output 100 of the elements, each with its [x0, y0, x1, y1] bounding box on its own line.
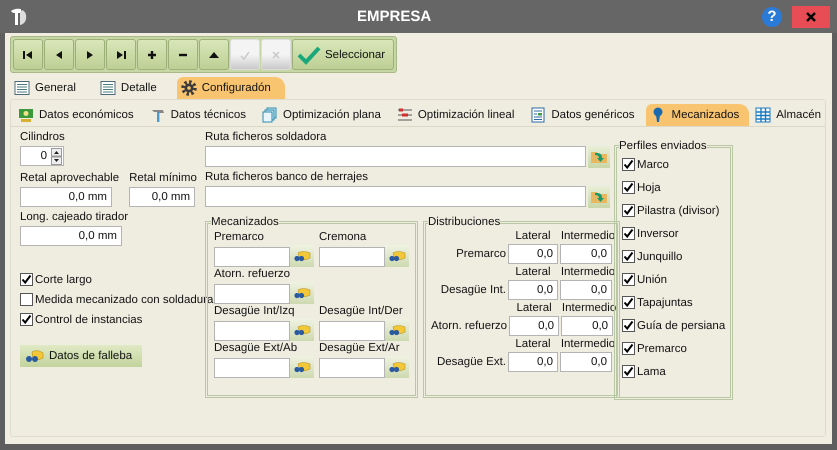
- checkbox[interactable]: [20, 273, 33, 286]
- check-icon: [297, 44, 321, 64]
- checkbox[interactable]: [622, 273, 635, 286]
- select-button[interactable]: Seleccionar: [292, 39, 394, 70]
- binoculars-button[interactable]: [385, 356, 409, 378]
- folder-button[interactable]: [588, 146, 610, 168]
- input-field[interactable]: 0,0: [560, 244, 612, 264]
- checkbox-label: Premarco: [637, 342, 687, 354]
- check-icon: [623, 228, 634, 239]
- input-field[interactable]: [205, 146, 586, 167]
- input-field[interactable]: 0,0 mm: [129, 187, 196, 207]
- help-button[interactable]: ?: [762, 6, 782, 26]
- plus-icon: [146, 48, 158, 60]
- up-button[interactable]: [199, 39, 229, 70]
- checkbox[interactable]: [622, 227, 635, 240]
- checkbox[interactable]: [20, 293, 33, 306]
- input-field[interactable]: 0,0: [561, 316, 614, 336]
- checkbox[interactable]: [622, 365, 635, 378]
- binoculars-button[interactable]: [290, 356, 314, 378]
- falleba-button[interactable]: Datos de falleba: [20, 345, 142, 367]
- folder-button[interactable]: [588, 186, 610, 208]
- checkbox[interactable]: [622, 181, 635, 194]
- tab[interactable]: Configuradón: [176, 77, 285, 99]
- input-field[interactable]: 0,0: [508, 244, 558, 264]
- skip-end-icon: [115, 48, 127, 60]
- input-field[interactable]: 0,0: [508, 280, 558, 300]
- binoculars-button[interactable]: [385, 245, 409, 267]
- tab[interactable]: Datos técnicos: [146, 104, 256, 126]
- checkbox-label: Hoja: [637, 182, 661, 194]
- add-button[interactable]: [137, 39, 167, 70]
- field-label: Long. cajeado tirador: [20, 210, 128, 225]
- check-icon: [623, 251, 634, 262]
- tab[interactable]: General: [10, 77, 90, 99]
- check-icon: [623, 205, 634, 216]
- binoculars-button[interactable]: [385, 319, 409, 341]
- binoculars-icon: [25, 349, 45, 363]
- checkbox[interactable]: [622, 342, 635, 355]
- input-field[interactable]: [214, 246, 290, 266]
- checkbox[interactable]: [20, 313, 33, 326]
- checkbox[interactable]: [622, 204, 635, 217]
- column-label: Intermedio: [560, 229, 616, 244]
- column-label: Intermedio: [560, 337, 616, 352]
- checkbox-label: Guía de persiana: [637, 320, 726, 332]
- check-icon: [21, 274, 32, 285]
- checkbox-label: Inversor: [637, 228, 679, 240]
- gear-icon: [180, 80, 197, 96]
- checkbox-label: Pilastra (divisor): [637, 204, 720, 216]
- lines-icon: [396, 107, 413, 123]
- input-field[interactable]: 0,0: [560, 280, 612, 300]
- checkbox[interactable]: [622, 296, 635, 309]
- binoculars-icon: [388, 361, 406, 373]
- last-button[interactable]: [106, 39, 136, 70]
- money-icon: [18, 107, 34, 123]
- grid-icon: [755, 107, 772, 123]
- tab[interactable]: Optimización plana: [258, 104, 391, 126]
- input-field[interactable]: [319, 358, 385, 378]
- tab[interactable]: Datos económicos: [14, 104, 144, 126]
- field-label: Ruta ficheros soldadora: [205, 130, 328, 145]
- input-field[interactable]: 0,0 mm: [20, 226, 122, 246]
- spinner-arrows-icon[interactable]: [51, 148, 62, 164]
- tab[interactable]: Optimización lineal: [392, 104, 524, 126]
- check-icon: [623, 343, 634, 354]
- binoculars-button[interactable]: [290, 319, 314, 341]
- checkbox-label: Marco: [637, 158, 669, 170]
- input-field[interactable]: [214, 320, 290, 340]
- binoculars-button[interactable]: [290, 245, 314, 267]
- input-field[interactable]: 0,0: [508, 352, 558, 372]
- binoculars-icon: [388, 324, 406, 336]
- checkbox-label: Control de instancias: [35, 314, 142, 326]
- folder-icon: [590, 190, 608, 204]
- input-field[interactable]: 0,0 mm: [20, 187, 112, 207]
- field-label: Cremona: [319, 231, 366, 243]
- check-icon: [239, 48, 251, 60]
- binoculars-button[interactable]: [290, 282, 314, 304]
- checkbox[interactable]: [622, 158, 635, 171]
- input-field[interactable]: [319, 320, 385, 340]
- field-label: Retal mínimo: [129, 171, 197, 186]
- previous-button[interactable]: [44, 39, 74, 70]
- field-label: Premarco: [214, 231, 264, 243]
- first-button[interactable]: [13, 39, 43, 70]
- tab[interactable]: Datos genéricos: [526, 104, 644, 126]
- input-field[interactable]: 0,0: [509, 316, 560, 336]
- input-field[interactable]: [214, 358, 290, 378]
- input-field[interactable]: [205, 186, 586, 207]
- logo-icon: [9, 6, 29, 26]
- input-field[interactable]: [214, 284, 290, 304]
- field-label: Atorn. refuerzo: [431, 320, 508, 332]
- input-field[interactable]: [319, 246, 385, 266]
- check-icon: [623, 182, 634, 193]
- tab[interactable]: Detalle: [96, 77, 171, 99]
- window-title: EMPRESA: [357, 8, 432, 25]
- close-button[interactable]: [792, 6, 830, 28]
- spin-field[interactable]: 0: [20, 146, 64, 166]
- next-button[interactable]: [75, 39, 105, 70]
- checkbox[interactable]: [622, 250, 635, 263]
- list-icon: [14, 80, 30, 96]
- input-field[interactable]: 0,0: [560, 352, 612, 372]
- tab[interactable]: Mecanizados: [646, 104, 750, 126]
- checkbox[interactable]: [622, 319, 635, 332]
- tab[interactable]: Almacén: [751, 104, 831, 126]
